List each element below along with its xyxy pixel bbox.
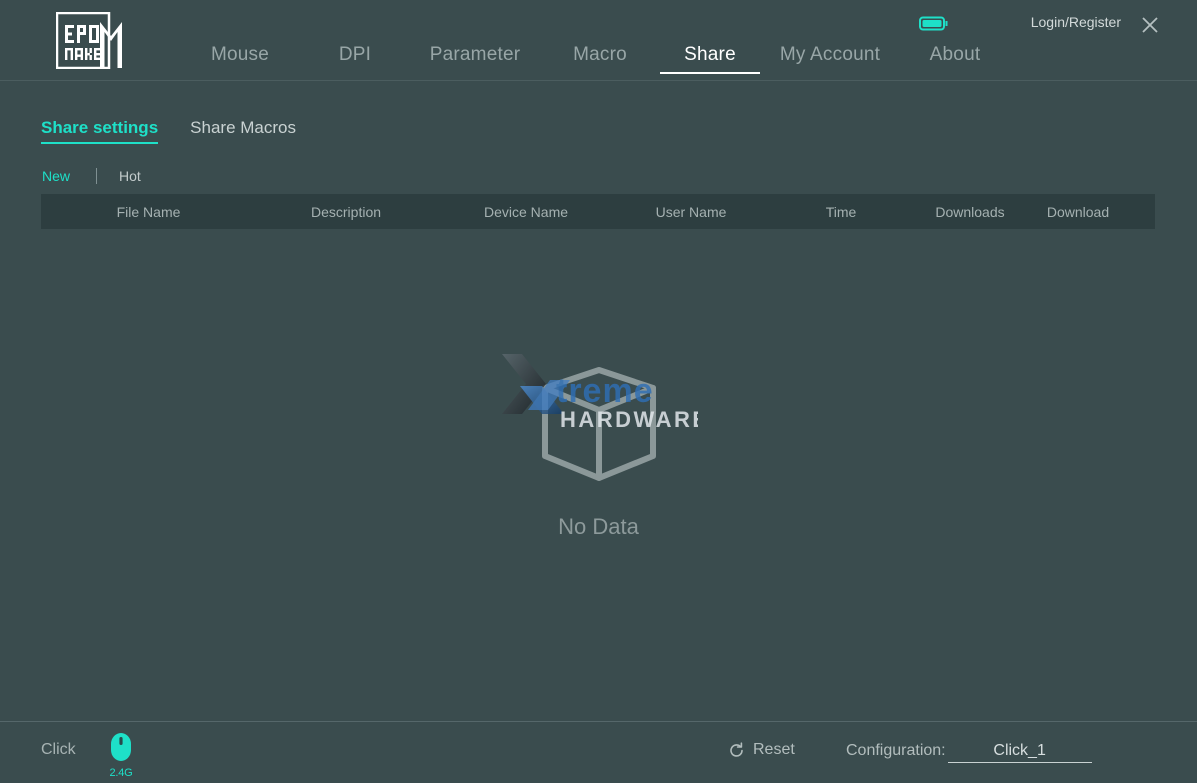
sub-tab-share-macros[interactable]: Share Macros	[190, 118, 296, 144]
mouse-icon	[110, 732, 132, 762]
filter-row: New Hot	[42, 166, 141, 186]
configuration-group: Configuration:	[846, 742, 1092, 763]
tab-mouse[interactable]: Mouse	[180, 44, 300, 74]
tab-macro[interactable]: Macro	[540, 44, 660, 74]
filter-hot[interactable]: Hot	[119, 168, 141, 184]
device-click-label: Click	[41, 741, 76, 759]
tab-about-label: About	[930, 44, 981, 65]
reset-label: Reset	[753, 741, 795, 759]
tab-mouse-label: Mouse	[211, 44, 269, 65]
login-register-button[interactable]: Login/Register	[1031, 14, 1121, 30]
share-sub-tabs: Share settings Share Macros	[41, 118, 328, 144]
device-connection-label: 2.4G	[106, 767, 136, 779]
app-footer: Click 2.4G Reset Configuration:	[0, 721, 1197, 783]
share-table: File Name Description Device Name User N…	[41, 194, 1155, 229]
empty-state: No Data	[0, 350, 1197, 540]
close-icon[interactable]	[1137, 12, 1163, 38]
empty-state-label: No Data	[558, 514, 639, 540]
column-header-user-name: User Name	[616, 204, 766, 220]
battery-icon	[919, 15, 949, 32]
tab-parameter-label: Parameter	[430, 44, 521, 65]
refresh-icon	[728, 742, 745, 759]
empty-box-icon	[524, 350, 674, 500]
tab-my-account-label: My Account	[780, 44, 880, 65]
configuration-input[interactable]	[948, 742, 1092, 763]
tab-about[interactable]: About	[900, 44, 1010, 74]
sub-tab-share-settings[interactable]: Share settings	[41, 118, 158, 144]
column-header-device-name: Device Name	[436, 204, 616, 220]
tab-dpi[interactable]: DPI	[300, 44, 410, 74]
device-mouse-button[interactable]: 2.4G	[106, 732, 136, 776]
sub-tab-share-macros-label: Share Macros	[190, 118, 296, 137]
column-header-time: Time	[766, 204, 916, 220]
column-header-description: Description	[256, 204, 436, 220]
reset-button[interactable]: Reset	[728, 741, 795, 759]
column-header-downloads: Downloads	[916, 204, 1024, 220]
tab-share[interactable]: Share	[660, 44, 760, 74]
app-header: Mouse DPI Parameter Macro Share My Accou…	[0, 0, 1197, 81]
filter-new[interactable]: New	[42, 168, 70, 184]
column-header-file-name: File Name	[41, 204, 256, 220]
tab-my-account[interactable]: My Account	[760, 44, 900, 74]
table-header-row: File Name Description Device Name User N…	[41, 194, 1155, 229]
sub-tab-share-settings-label: Share settings	[41, 118, 158, 137]
tab-macro-label: Macro	[573, 44, 627, 65]
epomaker-logo	[56, 12, 130, 69]
column-header-download: Download	[1024, 204, 1132, 220]
filter-divider	[96, 168, 97, 184]
tab-dpi-label: DPI	[339, 44, 371, 65]
configuration-label: Configuration:	[846, 742, 946, 760]
tab-parameter[interactable]: Parameter	[410, 44, 540, 74]
main-navigation: Mouse DPI Parameter Macro Share My Accou…	[180, 44, 1010, 81]
tab-share-label: Share	[684, 44, 736, 65]
